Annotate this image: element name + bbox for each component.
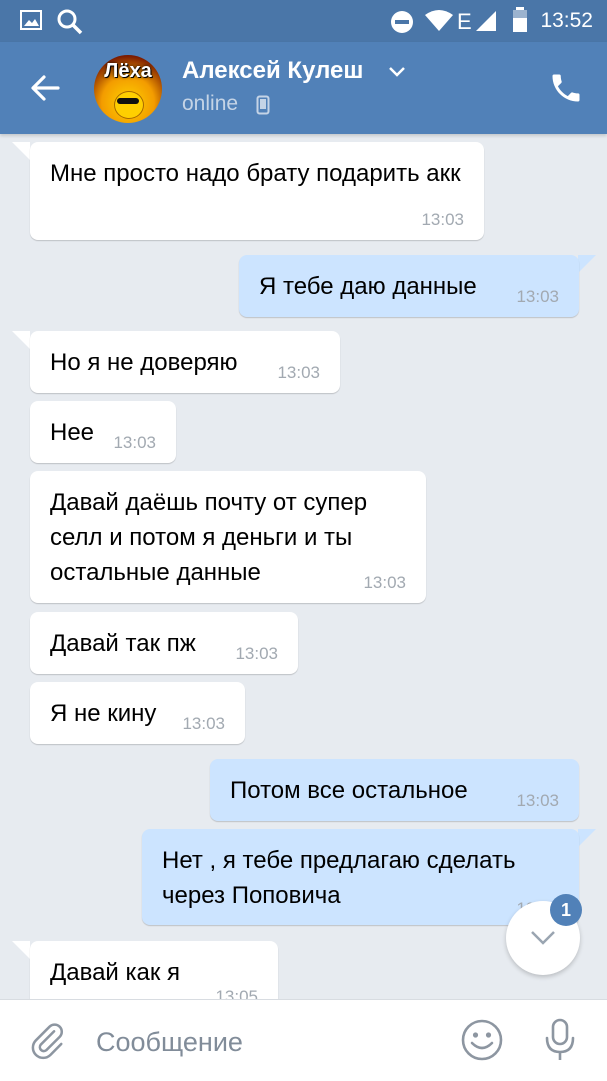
incoming-message[interactable]: Давай так пж 13:03 xyxy=(30,612,298,674)
clock: 13:52 xyxy=(540,9,593,32)
message-text: Нет , я тебе предлагаю сделать через Поп… xyxy=(162,847,516,909)
chat-header: Лёха Алексей Кулеш online xyxy=(0,42,607,134)
bubble-tail xyxy=(12,941,30,959)
message-list[interactable]: Мне просто надо брату подарить акк 13:03… xyxy=(0,134,607,999)
message-text: Я тебе даю данные xyxy=(259,273,477,300)
chevron-down-icon[interactable] xyxy=(388,66,406,78)
bubble-tail xyxy=(12,331,30,349)
avatar-emoji xyxy=(114,91,144,119)
bubble-tail xyxy=(12,142,30,160)
message-time: 13:03 xyxy=(516,791,559,810)
message-time: 13:03 xyxy=(421,210,464,229)
chevron-down-icon xyxy=(531,931,555,945)
emoji-smile-icon[interactable] xyxy=(460,1018,504,1062)
unread-count-badge: 1 xyxy=(550,894,582,926)
outgoing-message[interactable]: Я тебе даю данные 13:03 xyxy=(239,255,579,317)
message-text: Потом все остальное xyxy=(230,777,468,804)
message-time: 13:03 xyxy=(235,644,278,663)
message-text: Мне просто надо брату подарить акк xyxy=(50,160,461,187)
wifi-icon xyxy=(425,10,453,31)
mobile-device-icon xyxy=(256,95,270,115)
message-time: 13:03 xyxy=(516,287,559,306)
phone-call-icon[interactable] xyxy=(548,70,584,106)
message-text: Давай как я xyxy=(50,959,181,986)
message-time: 13:05 xyxy=(215,987,258,999)
incoming-message[interactable]: Давай как я 13:05 xyxy=(30,941,278,999)
incoming-message[interactable]: Давай даёшь почту от супер селл и потом … xyxy=(30,471,426,603)
do-not-disturb-icon xyxy=(391,11,413,33)
incoming-message[interactable]: Я не кину 13:03 xyxy=(30,682,245,744)
message-text: Давай даёшь почту от супер селл и потом … xyxy=(50,489,368,586)
contact-name[interactable]: Алексей Кулеш xyxy=(182,57,363,85)
incoming-message[interactable]: Нее 13:03 xyxy=(30,401,176,463)
outgoing-message[interactable]: Нет , я тебе предлагаю сделать через Поп… xyxy=(142,829,579,925)
bubble-tail xyxy=(578,255,596,273)
network-type-label: E xyxy=(457,9,472,34)
search-notification-icon xyxy=(57,9,83,35)
message-input[interactable]: Сообщение xyxy=(96,1027,243,1058)
attach-paperclip-icon[interactable] xyxy=(28,1019,66,1061)
battery-icon xyxy=(513,7,527,32)
cell-signal-icon xyxy=(476,11,496,31)
message-time: 13:03 xyxy=(277,363,320,382)
incoming-message[interactable]: Мне просто надо брату подарить акк 13:03 xyxy=(30,142,484,240)
message-time: 13:03 xyxy=(363,573,406,592)
incoming-message[interactable]: Но я не доверяю 13:03 xyxy=(30,331,340,393)
message-time: 13:03 xyxy=(182,714,225,733)
gallery-notification-icon xyxy=(20,10,42,30)
outgoing-message[interactable]: Потом все остальное 13:03 xyxy=(210,759,579,821)
avatar-text: Лёха xyxy=(104,60,152,82)
contact-status: online xyxy=(182,92,239,115)
status-bar: E 13:52 xyxy=(0,0,607,42)
bubble-tail xyxy=(578,829,596,847)
message-composer: Сообщение xyxy=(0,999,607,1081)
back-arrow-icon[interactable] xyxy=(26,68,66,108)
microphone-icon[interactable] xyxy=(542,1017,578,1063)
contact-avatar[interactable]: Лёха xyxy=(94,55,162,123)
message-time: 13:03 xyxy=(113,433,156,452)
avatar-sunglasses xyxy=(117,98,139,104)
